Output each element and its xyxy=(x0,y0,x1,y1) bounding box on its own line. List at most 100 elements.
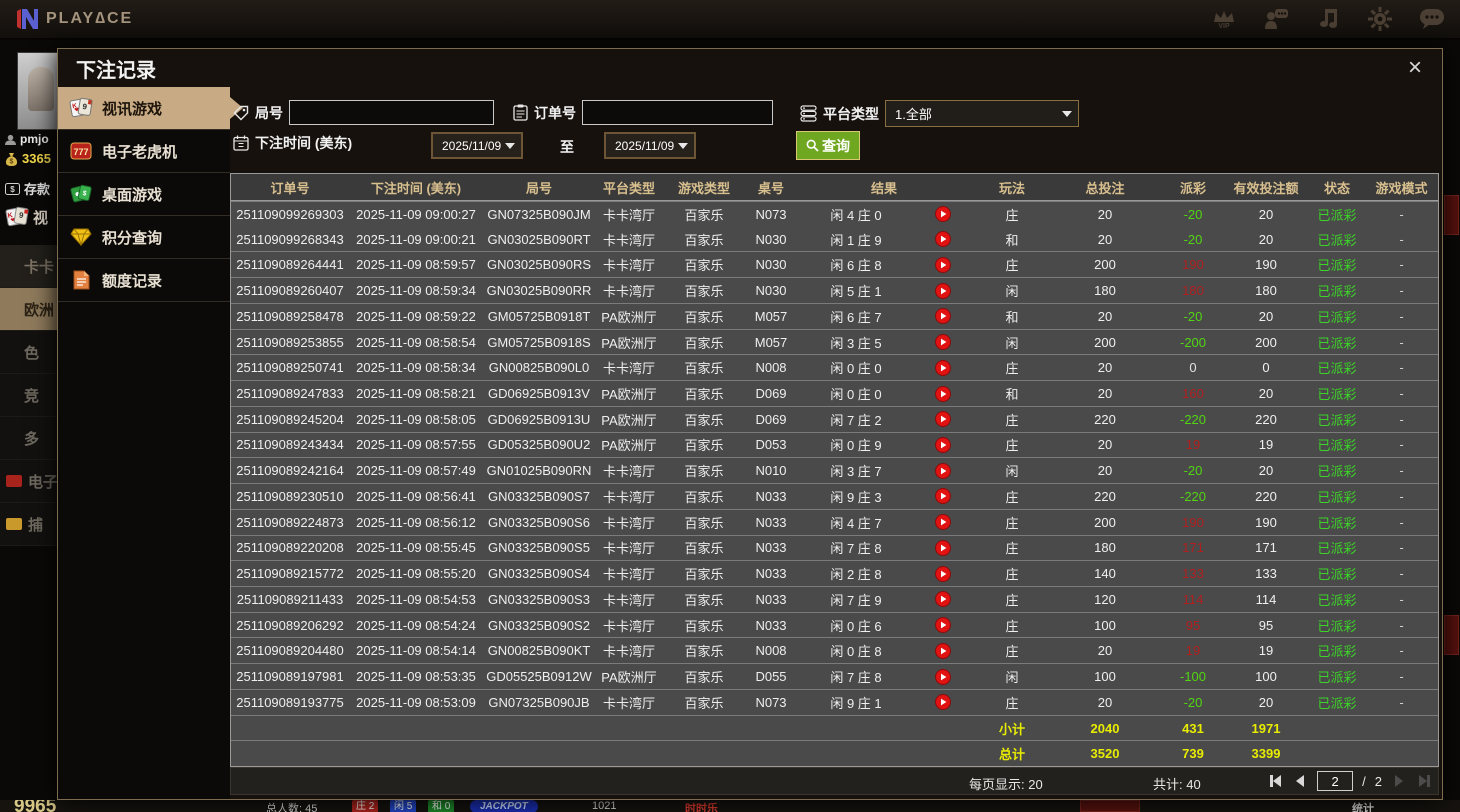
grand-total-label: 总计 xyxy=(998,747,1025,763)
background-video-tab[interactable]: K9 视 xyxy=(5,206,48,228)
play-video-icon[interactable] xyxy=(915,565,971,582)
cell-valid-bet: 20 xyxy=(1258,463,1274,479)
app-screen: PLAY∆CE VIP pmjo $ 3365 $ 存款 K 9 视 卡卡 欧洲… xyxy=(0,0,1460,812)
first-page-icon[interactable] xyxy=(1267,773,1283,789)
page-input[interactable] xyxy=(1317,771,1354,791)
cell-payout: 133 xyxy=(1182,566,1204,582)
play-video-icon[interactable] xyxy=(915,462,971,479)
table-row: 251109099269303 2025-11-09 09:00:27 GN07… xyxy=(231,201,1438,227)
cell-platform: 卡卡湾厅 xyxy=(602,361,655,377)
cell-valid-bet: 171 xyxy=(1255,540,1277,556)
play-video-icon[interactable] xyxy=(915,282,971,299)
cell-status: 已派彩 xyxy=(1317,438,1357,454)
cell-table-no: N008 xyxy=(755,360,787,376)
cell-play-method: 庄 xyxy=(1005,644,1019,660)
cell-valid-bet: 200 xyxy=(1255,334,1277,350)
cell-total-bet: 20 xyxy=(1097,308,1113,324)
deposit-row[interactable]: $ 存款 xyxy=(5,179,50,198)
cell-payout: -20 xyxy=(1183,463,1203,479)
play-video-icon[interactable] xyxy=(915,591,971,608)
prev-page-icon[interactable] xyxy=(1292,773,1308,789)
cell-play-method: 闲 xyxy=(1005,284,1019,300)
cell-round-no: GN01025B090RN xyxy=(486,463,592,479)
cell-total-bet: 20 xyxy=(1097,206,1113,222)
play-video-icon[interactable] xyxy=(915,334,971,351)
cell-total-bet: 200 xyxy=(1094,257,1116,273)
cell-order-no: 251109089215772 xyxy=(236,566,344,582)
total-pages: 2 xyxy=(1374,773,1382,789)
date-to-select[interactable]: 2025/11/09 xyxy=(604,132,696,159)
customer-service-icon[interactable] xyxy=(1262,5,1290,33)
cell-game-type: 百家乐 xyxy=(684,438,724,454)
cell-table-no: N010 xyxy=(755,463,787,479)
cell-platform: 卡卡湾厅 xyxy=(602,618,655,634)
table-row: 251109089211433 2025-11-09 08:54:53 GN03… xyxy=(231,586,1438,612)
music-icon[interactable] xyxy=(1314,5,1342,33)
cell-result: 闲 3 庄 5 xyxy=(830,335,882,351)
deposit-icon: $ xyxy=(5,182,20,195)
cell-payout: 160 xyxy=(1182,386,1204,401)
cell-game-mode: - xyxy=(1399,334,1404,350)
bet-records-modal: 下注记录 × K9 视讯游戏 777 电子老虎机 $ 桌面游戏 积分查询 额度记… xyxy=(57,48,1443,800)
cell-game-mode: - xyxy=(1399,386,1404,401)
next-page-icon[interactable] xyxy=(1391,773,1407,789)
cell-valid-bet: 20 xyxy=(1258,231,1274,247)
sidebar-tab[interactable]: K9 视讯游戏 xyxy=(58,87,243,130)
play-video-icon[interactable] xyxy=(915,668,971,685)
cell-status: 已派彩 xyxy=(1317,207,1357,223)
play-video-icon[interactable] xyxy=(915,642,971,659)
right-edge-fragment xyxy=(1444,615,1459,655)
play-video-icon[interactable] xyxy=(915,256,971,273)
play-video-icon[interactable] xyxy=(915,694,971,711)
cell-payout: 95 xyxy=(1185,617,1201,633)
cell-platform: PA欧洲厅 xyxy=(601,438,657,454)
settings-gear-icon[interactable] xyxy=(1366,5,1394,33)
date-from-select[interactable]: 2025/11/09 xyxy=(431,132,523,159)
cell-round-no: GD06925B0913U xyxy=(487,411,591,427)
play-video-icon[interactable] xyxy=(915,206,971,223)
cell-bet-time: 2025-11-09 08:57:49 xyxy=(356,463,476,479)
cell-game-mode: - xyxy=(1399,514,1404,530)
cell-platform: 卡卡湾厅 xyxy=(602,232,655,248)
play-video-icon[interactable] xyxy=(915,488,971,505)
table-row: 251109089193775 2025-11-09 08:53:09 GN07… xyxy=(231,688,1438,715)
sidebar-tab[interactable]: 777 电子老虎机 xyxy=(58,130,230,173)
play-video-icon[interactable] xyxy=(915,436,971,453)
cell-table-no: D055 xyxy=(755,669,787,685)
search-button[interactable]: 查询 xyxy=(796,131,860,160)
cell-game-mode: - xyxy=(1399,360,1404,376)
sidebar-tab[interactable]: $ 桌面游戏 xyxy=(58,173,230,216)
total-count-label: 共计: 40 xyxy=(1153,777,1201,792)
vip-crown-icon[interactable]: VIP xyxy=(1210,5,1238,33)
play-video-icon[interactable] xyxy=(915,539,971,556)
cell-order-no: 251109089220208 xyxy=(236,540,344,556)
play-video-icon[interactable] xyxy=(915,411,971,428)
cell-round-no: GD06925B0913V xyxy=(488,386,590,401)
per-page-label: 每页显示: 20 xyxy=(969,777,1043,792)
cell-status: 已派彩 xyxy=(1317,541,1357,557)
last-page-icon[interactable] xyxy=(1416,773,1432,789)
play-video-icon[interactable] xyxy=(915,385,971,402)
play-video-icon[interactable] xyxy=(915,231,971,248)
table-row: 251109089220208 2025-11-09 08:55:45 GN03… xyxy=(231,534,1438,561)
play-video-icon[interactable] xyxy=(915,359,971,376)
video-cards-icon: K9 xyxy=(69,97,93,119)
order-input[interactable] xyxy=(582,100,773,125)
cell-valid-bet: 20 xyxy=(1258,206,1274,222)
top-bar: PLAY∆CE VIP xyxy=(0,0,1460,40)
background-menu-label: 色 xyxy=(24,344,40,362)
cell-round-no: GN03025B090RS xyxy=(486,257,592,273)
chat-icon[interactable] xyxy=(1418,5,1446,33)
play-video-icon[interactable] xyxy=(915,617,971,634)
close-icon[interactable]: × xyxy=(1404,56,1426,80)
cell-round-no: GN00825B090KT xyxy=(487,643,591,659)
search-icon xyxy=(806,139,819,152)
sidebar-tab[interactable]: 额度记录 xyxy=(58,259,230,302)
sidebar-tab[interactable]: 积分查询 xyxy=(58,216,230,259)
play-video-icon[interactable] xyxy=(915,308,971,325)
round-input[interactable] xyxy=(289,100,494,125)
play-video-icon[interactable] xyxy=(915,514,971,531)
modal-content: 局号 订单号 平台类型 1.全部 下注时间 (美东) 2025/11/09 至 … xyxy=(230,87,1442,799)
cell-payout: 171 xyxy=(1182,540,1204,556)
platform-select[interactable]: 1.全部 xyxy=(885,100,1079,127)
